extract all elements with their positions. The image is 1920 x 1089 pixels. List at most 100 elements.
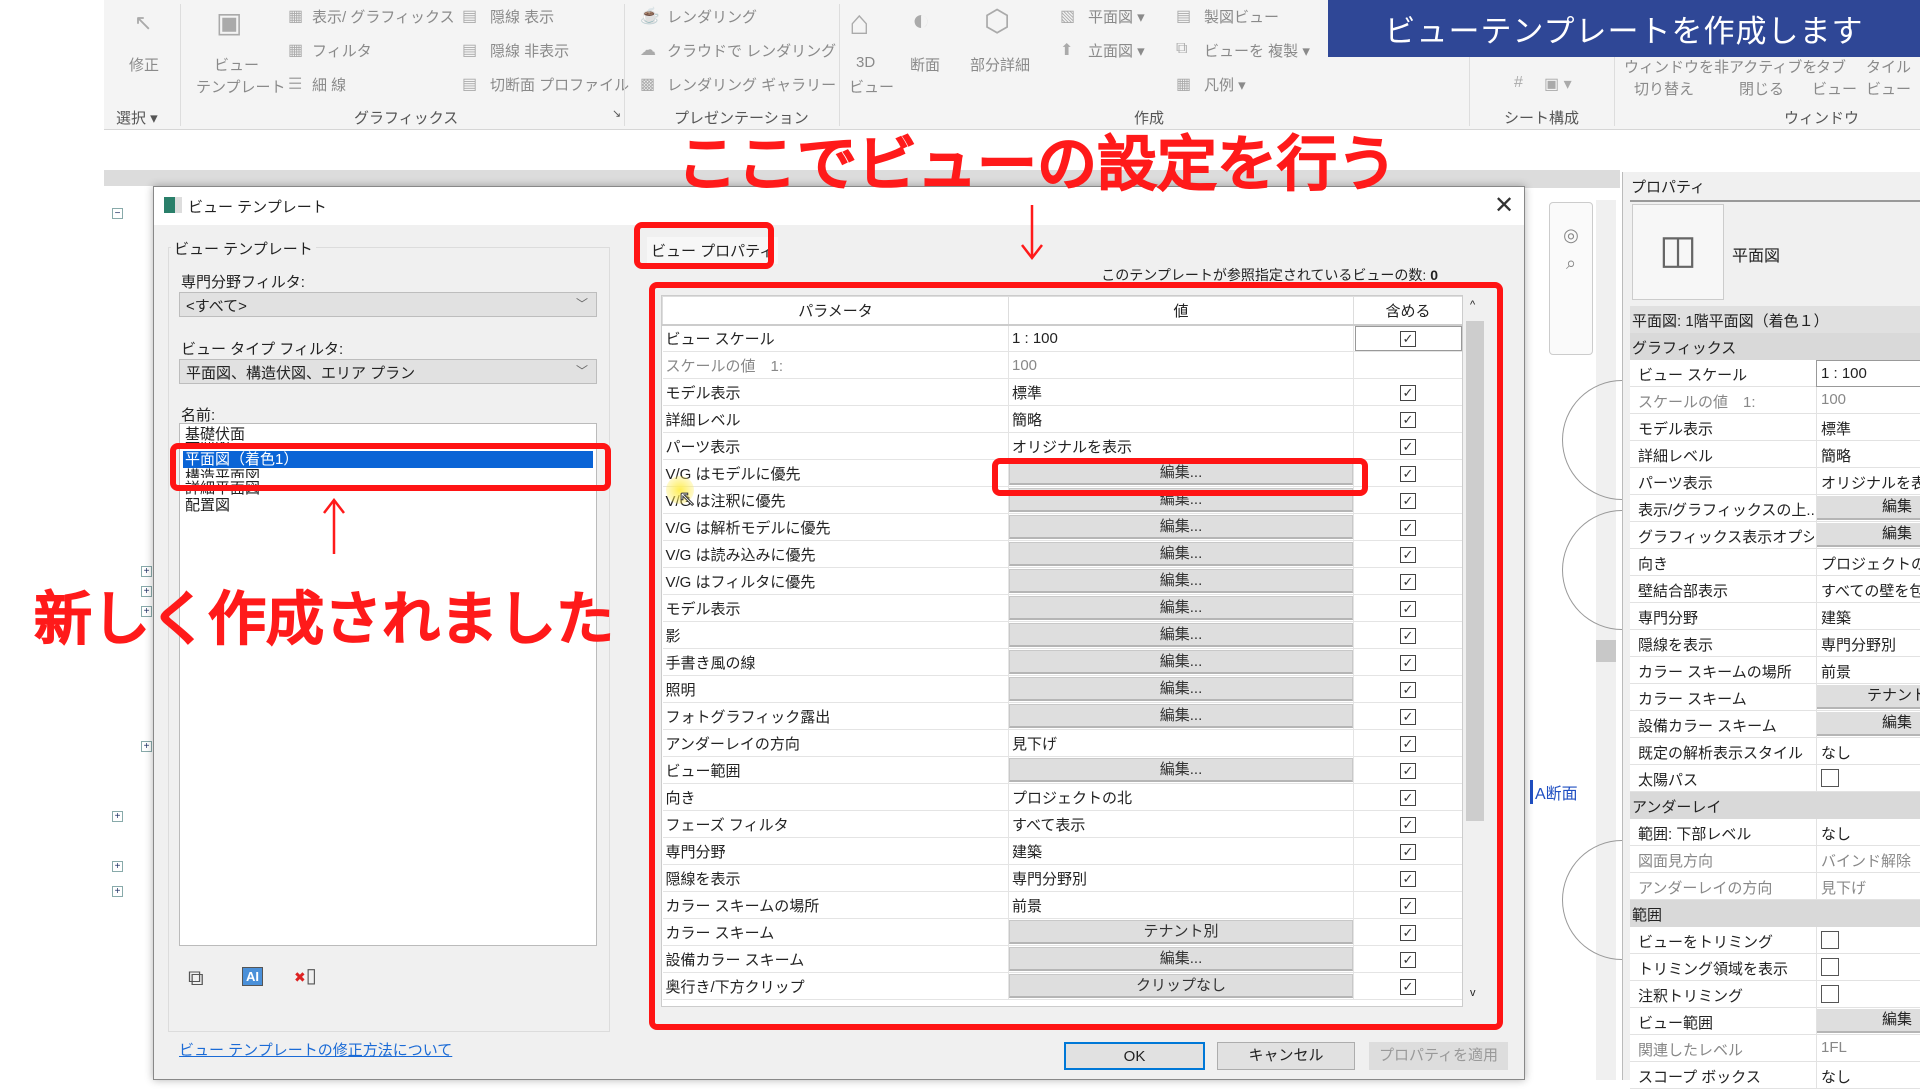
- switch-windows-label-1[interactable]: ウィンドウを: [1624, 56, 1714, 77]
- view-template-label-2[interactable]: テンプレート: [196, 76, 286, 97]
- close-inactive-label-1[interactable]: 非アクティブを: [1714, 56, 1817, 77]
- render-gallery-button[interactable]: レンダリング ギャラリー: [667, 74, 836, 95]
- property-value[interactable]: 見下げ: [1816, 873, 1920, 900]
- property-section[interactable]: アンダーレイ: [1630, 792, 1920, 819]
- property-checkbox[interactable]: [1821, 931, 1839, 949]
- legend-button[interactable]: 凡例 ▾: [1204, 74, 1246, 95]
- close-inactive-label-2[interactable]: 閉じる: [1739, 78, 1784, 99]
- property-value[interactable]: なし: [1816, 738, 1920, 765]
- property-row[interactable]: スコープ ボックスなし: [1630, 1062, 1920, 1089]
- property-value[interactable]: 専門分野別: [1816, 630, 1920, 657]
- elevation-button[interactable]: 立面図 ▾: [1088, 40, 1145, 61]
- property-row[interactable]: パーツ表示オリジナルを表示: [1630, 468, 1920, 495]
- zoom-icon[interactable]: ⌕: [1566, 253, 1576, 273]
- property-row[interactable]: 向きプロジェクトの北: [1630, 549, 1920, 576]
- scrollbar-thumb[interactable]: [1596, 640, 1616, 662]
- thin-lines-button[interactable]: 細 線: [312, 74, 346, 95]
- property-checkbox[interactable]: [1821, 958, 1839, 976]
- modify-button[interactable]: 修正: [129, 54, 159, 75]
- property-row[interactable]: トリミング領域を表示: [1630, 954, 1920, 981]
- property-value[interactable]: 1 : 100: [1816, 360, 1920, 387]
- dialog-launcher-icon[interactable]: ↘: [612, 107, 621, 120]
- property-value[interactable]: 前景: [1816, 657, 1920, 684]
- template-name-list[interactable]: 基礎伏面 平面図 平面図（着色1） 構造平面図 詳細平面図 配置図: [179, 423, 597, 946]
- close-icon[interactable]: ✕: [1494, 191, 1514, 220]
- section-button[interactable]: 断面: [910, 54, 940, 75]
- property-value[interactable]: 建築: [1816, 603, 1920, 630]
- tab-views-label-2[interactable]: ビュー: [1812, 78, 1857, 99]
- navigation-bar[interactable]: ◎⌕: [1549, 202, 1593, 355]
- property-value[interactable]: 100: [1816, 387, 1920, 414]
- property-row[interactable]: モデル表示標準: [1630, 414, 1920, 441]
- property-row[interactable]: アンダーレイの方向見下げ: [1630, 873, 1920, 900]
- cut-profile-button[interactable]: 切断面 プロファイル: [490, 74, 629, 95]
- ok-button[interactable]: OK: [1064, 1042, 1205, 1070]
- property-value[interactable]: 1FL: [1816, 1035, 1920, 1062]
- duplicate-icon[interactable]: ⧉: [188, 965, 204, 991]
- callout-button[interactable]: 部分詳細: [970, 54, 1030, 75]
- property-row[interactable]: 表示/グラフィックスの上...編集: [1630, 495, 1920, 522]
- property-edit-button[interactable]: 編集: [1817, 496, 1920, 520]
- property-value[interactable]: なし: [1816, 819, 1920, 846]
- 3d-view-label[interactable]: 3D: [856, 54, 875, 71]
- duplicate-view-button[interactable]: ビューを 複製 ▾: [1204, 40, 1310, 61]
- property-checkbox[interactable]: [1821, 769, 1839, 787]
- property-row[interactable]: 専門分野建築: [1630, 603, 1920, 630]
- expand-icon[interactable]: +: [112, 811, 123, 822]
- expand-icon[interactable]: +: [141, 741, 152, 752]
- property-section[interactable]: グラフィックス: [1630, 333, 1920, 360]
- select-dropdown[interactable]: 選択 ▾: [116, 107, 158, 128]
- cancel-button[interactable]: キャンセル: [1217, 1042, 1355, 1070]
- property-row[interactable]: 関連したレベル1FL: [1630, 1035, 1920, 1062]
- property-row[interactable]: グラフィックス表示オプシ...編集: [1630, 522, 1920, 549]
- switch-windows-label-2[interactable]: 切り替え: [1634, 78, 1694, 99]
- property-row[interactable]: カラー スキームテナント: [1630, 684, 1920, 711]
- view-template-label-1[interactable]: ビュー: [214, 54, 259, 75]
- type-selector[interactable]: ◫ 平面図: [1630, 200, 1920, 304]
- property-edit-button[interactable]: 編集: [1817, 523, 1920, 547]
- property-value[interactable]: バインド解除: [1816, 846, 1920, 873]
- property-value[interactable]: なし: [1816, 1062, 1920, 1089]
- property-value[interactable]: プロジェクトの北: [1816, 549, 1920, 576]
- list-item[interactable]: 基礎伏面: [183, 426, 593, 443]
- property-row[interactable]: ビュー範囲編集: [1630, 1008, 1920, 1035]
- property-value[interactable]: オリジナルを表示: [1816, 468, 1920, 495]
- property-row[interactable]: 既定の解析表示スタイルなし: [1630, 738, 1920, 765]
- plan-view-button[interactable]: 平面図 ▾: [1088, 6, 1145, 27]
- instance-selector[interactable]: 平面図: 1階平面図（着色１）: [1630, 306, 1920, 333]
- property-row[interactable]: 太陽パス: [1630, 765, 1920, 792]
- property-row[interactable]: スケールの値 1:100: [1630, 387, 1920, 414]
- help-link[interactable]: ビュー テンプレートの修正方法について: [179, 1039, 452, 1060]
- collapse-icon[interactable]: −: [112, 208, 123, 219]
- property-edit-button[interactable]: 編集: [1817, 712, 1920, 736]
- property-row[interactable]: 設備カラー スキーム編集: [1630, 711, 1920, 738]
- property-row[interactable]: 壁結合部表示すべての壁を包: [1630, 576, 1920, 603]
- property-edit-button[interactable]: テナント: [1817, 685, 1920, 709]
- property-row[interactable]: ビュー スケール1 : 100: [1630, 360, 1920, 387]
- filter-button[interactable]: フィルタ: [312, 40, 372, 61]
- property-row[interactable]: 図面見方向バインド解除: [1630, 846, 1920, 873]
- list-item[interactable]: 配置図: [183, 497, 593, 514]
- viewtype-filter-dropdown[interactable]: 平面図、構造伏図、エリア プラン﹀: [179, 359, 597, 384]
- 3d-view-label-2[interactable]: ビュー: [849, 76, 894, 97]
- tab-views-label-1[interactable]: タブ: [1816, 56, 1846, 77]
- property-row[interactable]: 範囲: 下部レベルなし: [1630, 819, 1920, 846]
- delete-icon[interactable]: ✖▯: [294, 963, 317, 988]
- property-row[interactable]: ビューをトリミング: [1630, 927, 1920, 954]
- show-hidden-lines-button[interactable]: 隠線 表示: [490, 6, 554, 27]
- tile-views-label-2[interactable]: ビュー: [1866, 78, 1911, 99]
- property-value[interactable]: 標準: [1816, 414, 1920, 441]
- property-value[interactable]: すべての壁を包: [1816, 576, 1920, 603]
- property-value[interactable]: 簡略: [1816, 441, 1920, 468]
- tile-views-label-1[interactable]: タイル: [1866, 56, 1911, 77]
- property-row[interactable]: カラー スキームの場所前景: [1630, 657, 1920, 684]
- property-section[interactable]: 範囲: [1630, 900, 1920, 927]
- rename-icon[interactable]: AI: [242, 967, 263, 986]
- cloud-render-button[interactable]: クラウドで レンダリング: [667, 40, 836, 61]
- property-edit-button[interactable]: 編集: [1817, 1009, 1920, 1033]
- property-row[interactable]: 隠線を表示専門分野別: [1630, 630, 1920, 657]
- steering-wheel-icon[interactable]: ◎: [1563, 225, 1579, 245]
- property-checkbox[interactable]: [1821, 985, 1839, 1003]
- expand-icon[interactable]: +: [112, 861, 123, 872]
- property-row[interactable]: 詳細レベル簡略: [1630, 441, 1920, 468]
